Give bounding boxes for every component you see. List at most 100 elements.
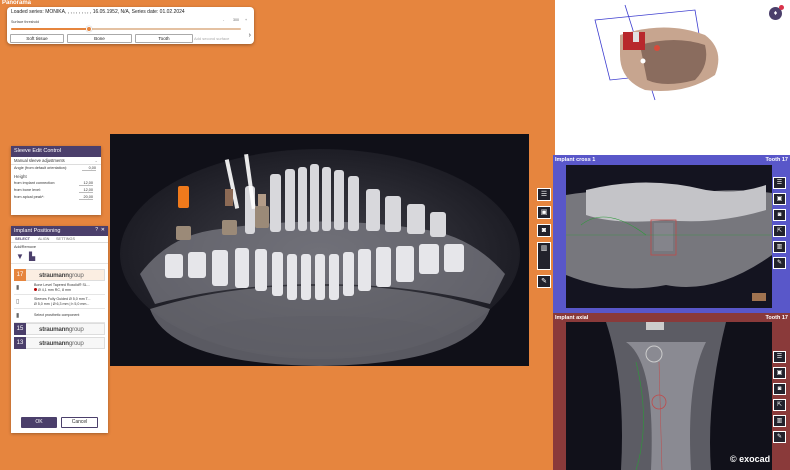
sleeve-edit-panel: Sleeve Edit Control Manual sleeve adjust… <box>11 146 101 215</box>
layout-icon[interactable]: ▣ <box>537 206 551 219</box>
help-icon[interactable]: ? <box>95 227 98 233</box>
series-info: Loaded series: MONIKA, , , , , , , , , ,… <box>11 9 185 15</box>
tab-select[interactable]: SELECT <box>15 237 30 241</box>
camera-icon[interactable]: ◙ <box>537 224 551 237</box>
threshold-increase-button[interactable]: + <box>245 18 247 22</box>
tab-tooth[interactable]: Tooth <box>135 34 193 43</box>
implant-slot-13[interactable]: 13 straumanngroup <box>14 337 105 349</box>
height-row-bone: from bone level: 12,00 <box>11 187 101 194</box>
list-icon[interactable]: ☰ <box>537 188 551 201</box>
tab-bone[interactable]: Bone <box>67 34 132 43</box>
chevron-down-icon[interactable]: ⌄ <box>94 158 98 163</box>
sleeve-mode-label: Manual sleeve adjustments <box>14 158 65 163</box>
list-icon[interactable]: ☰ <box>773 351 786 363</box>
measure-icon[interactable]: ✎ <box>773 431 786 443</box>
height-bone-label: from bone level: <box>14 188 42 192</box>
brand-logo: straumanngroup <box>39 326 84 333</box>
threshold-slider-handle[interactable] <box>86 26 93 32</box>
sleeve-icon: ▯ <box>16 299 20 305</box>
panorama-view[interactable] <box>110 134 529 366</box>
prosthetic-icon: ▮ <box>16 313 20 319</box>
tooth-number: 15 <box>14 323 26 335</box>
axial-view-tooth: Tooth 17 <box>765 315 788 321</box>
implant-cross-view[interactable]: Implant cross 1 Tooth 17 ☰ ▣ ◙ ⇱ ▥ ✎ <box>553 155 790 313</box>
cancel-button[interactable]: Cancel <box>61 417 98 428</box>
implant-name: Bone Level Tapered Roxolid® SL... <box>34 283 90 287</box>
add-implant-icon[interactable]: ▼ <box>16 252 24 261</box>
remove-implant-icon[interactable]: ▙ <box>29 252 35 261</box>
threshold-decrease-button[interactable]: - <box>223 18 224 22</box>
panorama-xray-image <box>110 134 529 366</box>
axial-view-title: Implant axial <box>555 315 589 321</box>
expand-icon[interactable]: ⇱ <box>773 225 786 237</box>
brand-logo: straumanngroup <box>39 340 84 347</box>
height-apical-input[interactable]: 20,00 <box>79 195 93 200</box>
threshold-slider[interactable] <box>11 26 241 32</box>
axial-sidebar: ☰ ▣ ◙ ⇱ ▥ ✎ <box>773 351 788 447</box>
series-info-panel: Loaded series: MONIKA, , , , , , , , , ,… <box>7 7 254 44</box>
ok-button[interactable]: OK <box>21 417 57 428</box>
height-header: Height <box>14 174 27 179</box>
threshold-value[interactable]: 300 <box>233 18 239 22</box>
implant-size: Ø 4,1 mm RC, 8 mm <box>34 288 71 292</box>
implant-slot-17[interactable]: 17 straumanngroup <box>14 269 105 281</box>
implant-axial-view[interactable]: Implant axial Tooth 17 ☰ ▣ ◙ ⇱ ▥ ✎ <box>553 313 790 470</box>
status-dot-icon <box>34 288 37 291</box>
notification-icon[interactable]: ♦ <box>769 5 784 20</box>
sleeve-mode-select[interactable]: Manual sleeve adjustments ⌄ <box>11 157 101 165</box>
add-remove-label: Add/Remove <box>14 245 36 249</box>
cross-section-image <box>566 165 772 308</box>
implant-positioning-panel: Implant Positioning ? ✕ SELECT ALIGN SET… <box>11 226 108 433</box>
tab-settings[interactable]: SETTINGS <box>56 237 75 241</box>
implant-panel-title: Implant Positioning <box>14 228 61 234</box>
cross-sidebar: ☰ ▣ ◙ ⇱ ▥ ✎ <box>773 177 788 273</box>
tooth-view-icon[interactable]: ▥ <box>537 242 551 270</box>
camera-icon[interactable]: ◙ <box>773 383 786 395</box>
implant-icon: ▮ <box>16 285 20 291</box>
select-prosthetic-label: Select prosthetic component <box>34 313 80 317</box>
angle-input[interactable]: 0,00 <box>82 166 96 171</box>
layout-icon[interactable]: ▣ <box>773 367 786 379</box>
camera-icon[interactable]: ◙ <box>773 209 786 221</box>
implant-panel-header: Implant Positioning ? ✕ <box>11 226 108 236</box>
height-apical-label: from apical peak*: <box>14 195 45 199</box>
cross-view-tooth: Tooth 17 <box>765 157 788 163</box>
sleeve-detail-row[interactable]: ▯ Sleeves Fully Guided Ø 5,0 mm T... Ø 5… <box>14 296 105 309</box>
implant-slot-15[interactable]: 15 straumanngroup <box>14 323 105 335</box>
threshold-label: Surface threshold <box>11 20 40 24</box>
view-toolbar: ☰ ▣ ◙ ▥ ✎ <box>537 188 553 293</box>
tab-align[interactable]: ALIGN <box>38 237 49 241</box>
tooth-number: 17 <box>14 269 26 281</box>
3d-view[interactable]: ♦ <box>555 0 790 155</box>
prosthetic-row[interactable]: ▮ Select prosthetic component <box>14 310 105 323</box>
add-second-surface-button[interactable]: Add second surface <box>194 36 229 41</box>
list-icon[interactable]: ☰ <box>773 177 786 189</box>
height-bone-input[interactable]: 12,00 <box>79 188 93 193</box>
implant-detail-row[interactable]: ▮ Bone Level Tapered Roxolid® SL... Ø 4,… <box>14 282 105 295</box>
measure-icon[interactable]: ✎ <box>537 275 551 288</box>
height-implant-label: from implant connection: <box>14 181 56 185</box>
panorama-label: Panorama <box>2 0 32 6</box>
axial-section-image <box>566 322 772 470</box>
sleeve-panel-title: Sleeve Edit Control <box>11 146 101 157</box>
exocad-logo: © exocad <box>730 454 771 464</box>
expand-icon[interactable]: ⇱ <box>773 399 786 411</box>
height-row-implant: from implant connection: 12,00 <box>11 180 101 187</box>
height-row-apical: from apical peak*: 20,00 <box>11 194 101 201</box>
tooth-view-icon[interactable]: ▥ <box>773 241 786 253</box>
height-implant-input[interactable]: 12,00 <box>79 181 93 186</box>
implant-tabs: SELECT ALIGN SETTINGS <box>11 236 108 243</box>
cross-view-title: Implant cross 1 <box>555 157 596 163</box>
tooth-view-icon[interactable]: ▥ <box>773 415 786 427</box>
close-icon[interactable]: ✕ <box>101 227 105 233</box>
angle-label: Angle (from default orientation): <box>14 166 68 170</box>
tab-soft-tissue[interactable]: Soft tissue <box>10 34 64 43</box>
chevron-right-icon[interactable]: › <box>249 32 251 39</box>
angle-row: Angle (from default orientation): 0,00 <box>11 165 101 172</box>
layout-icon[interactable]: ▣ <box>773 193 786 205</box>
measure-icon[interactable]: ✎ <box>773 257 786 269</box>
sleeve-size: Ø 5,0 mm | Ø 6,3 mm | h 5,0 mm... <box>34 302 90 306</box>
brand-logo: straumanngroup <box>39 272 84 279</box>
notification-badge <box>779 5 784 10</box>
tooth-number: 13 <box>14 337 26 349</box>
